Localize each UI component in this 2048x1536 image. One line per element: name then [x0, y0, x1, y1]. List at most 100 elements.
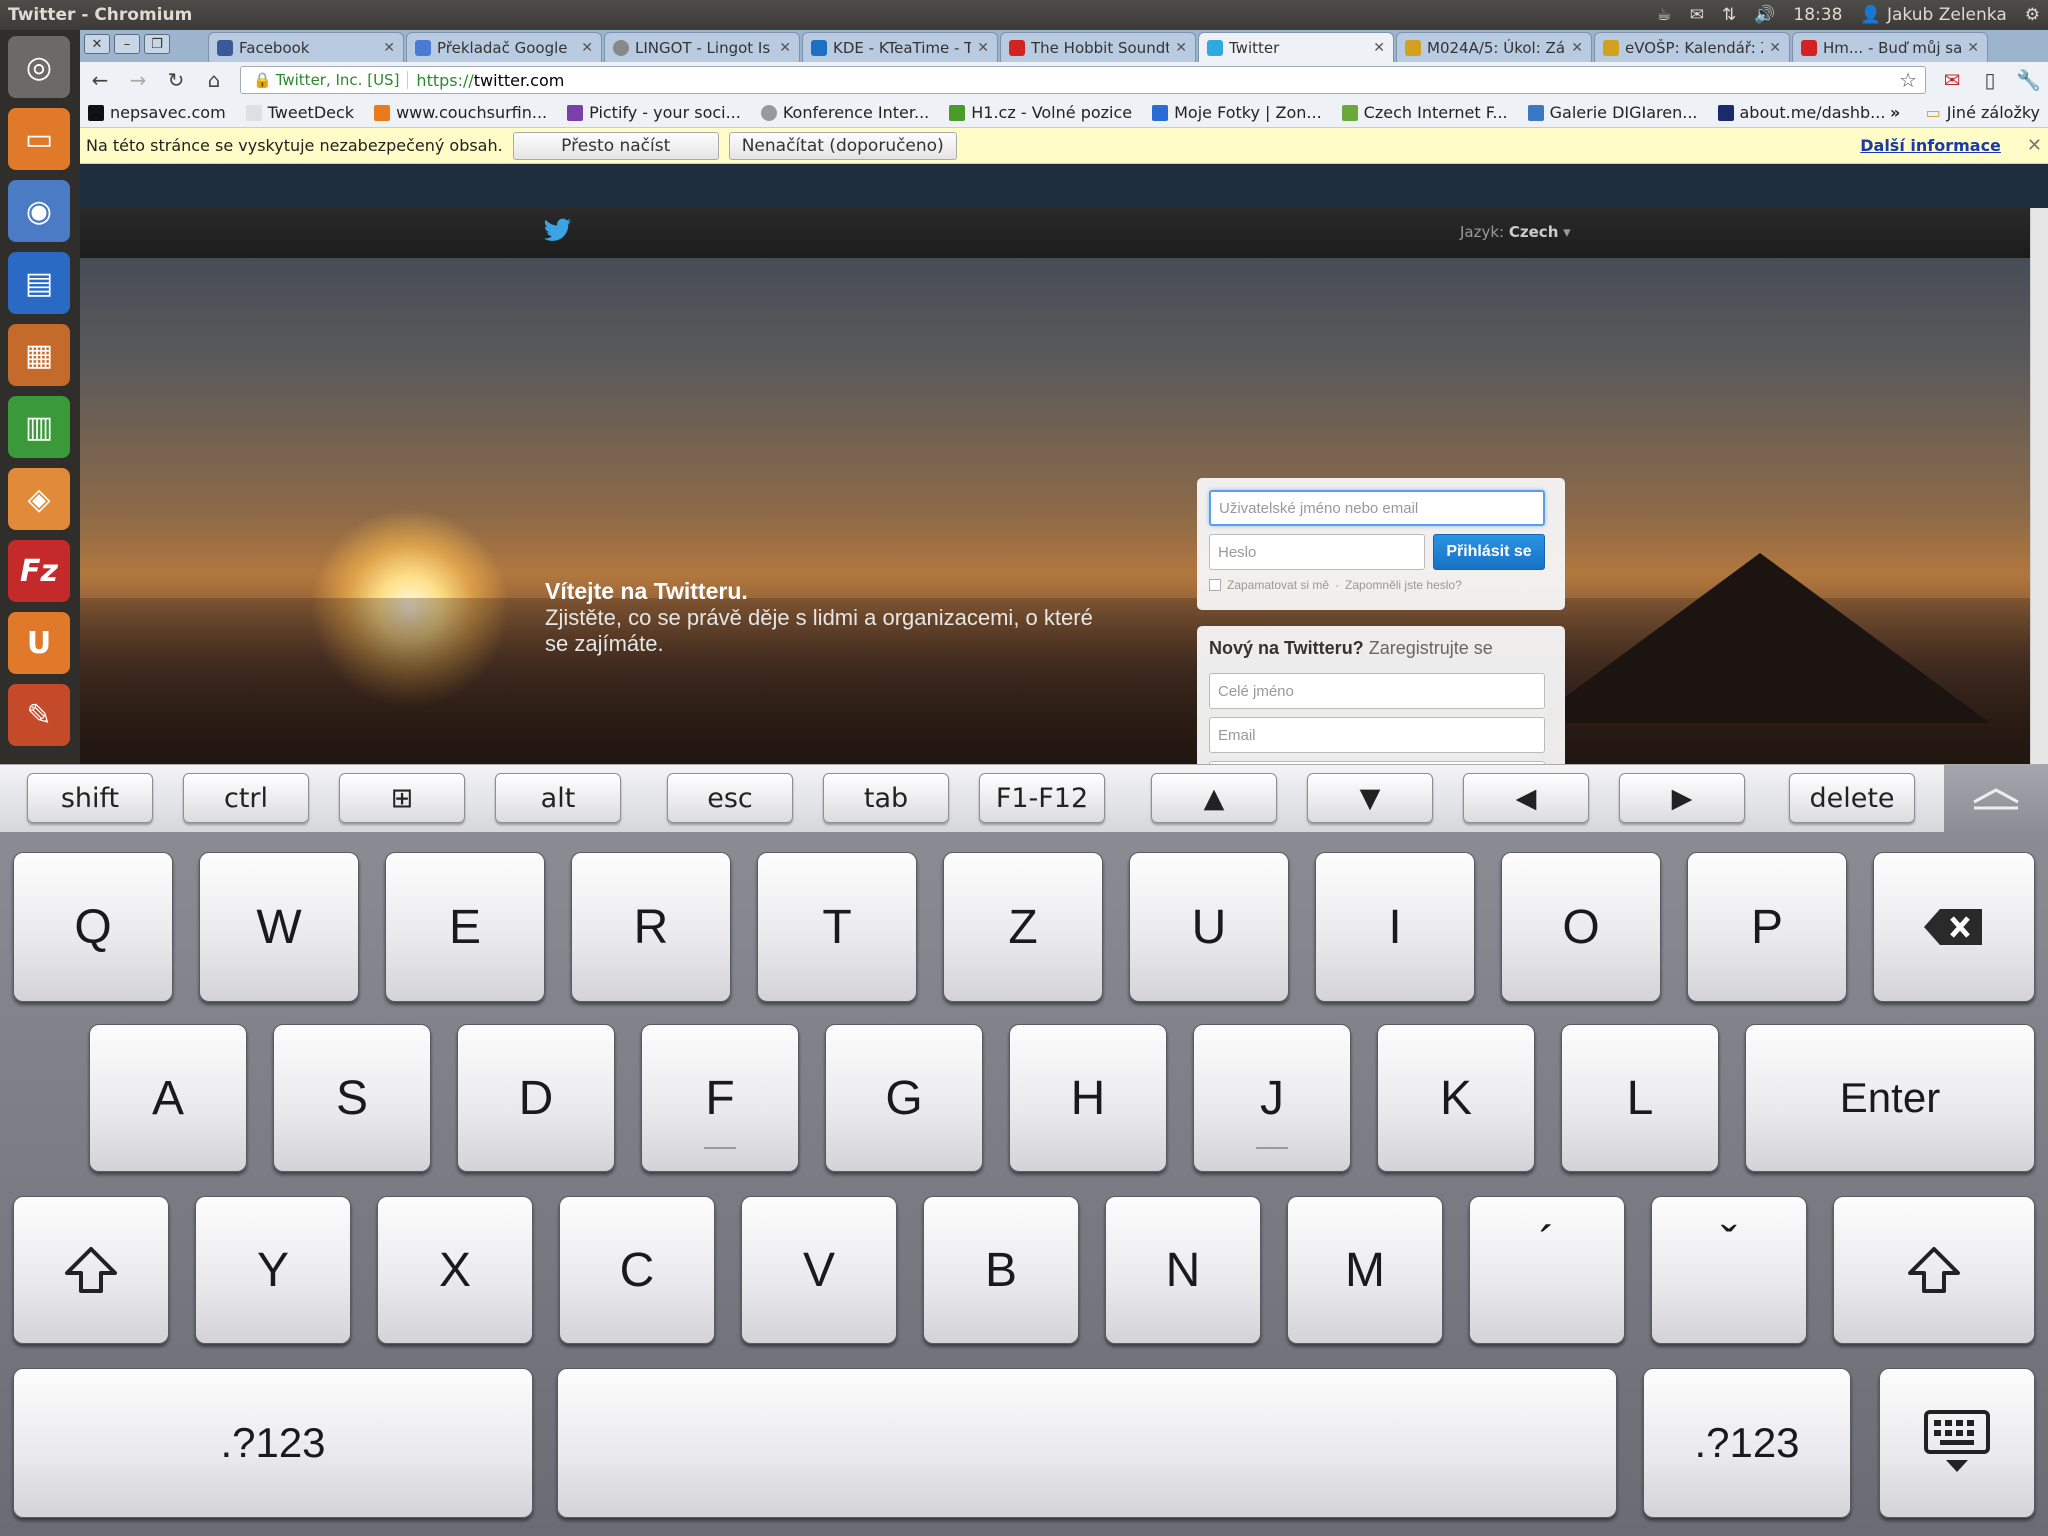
close-tab-icon[interactable]: ✕	[1373, 40, 1385, 56]
tab-lingot[interactable]: LINGOT - Lingot Is No✕	[604, 32, 800, 62]
star-icon[interactable]: ☆	[1899, 68, 1917, 92]
enter-key[interactable]: Enter	[1745, 1024, 2035, 1172]
backspace-key[interactable]	[1873, 852, 2035, 1002]
tab-google-translate[interactable]: Překladač Google ✕	[406, 32, 602, 62]
remember-me-checkbox[interactable]	[1209, 579, 1221, 591]
bookmark-galerie[interactable]: Galerie DIGIaren...	[1527, 103, 1698, 122]
tab-hobbit[interactable]: The Hobbit Soundtra✕	[1000, 32, 1196, 62]
tab-evosp[interactable]: eVOŠP: Kalendář: Zo✕	[1594, 32, 1790, 62]
bookmark-nepsavec[interactable]: nepsavec.com	[88, 103, 226, 122]
key-j[interactable]: J	[1193, 1024, 1351, 1172]
volume-icon[interactable]: 🔊	[1754, 5, 1775, 25]
gmail-extension-icon[interactable]: ✉	[1940, 68, 1964, 92]
ctrl-modifier-key[interactable]: ctrl	[183, 773, 309, 823]
numeric-mode-key-right[interactable]: .?123	[1643, 1368, 1851, 1518]
remember-me-label[interactable]: Zapamatovat si mě	[1227, 578, 1329, 592]
close-tab-icon[interactable]: ✕	[1175, 40, 1187, 56]
key-p[interactable]: P	[1687, 852, 1847, 1002]
tab-salam[interactable]: Hm... - Buď můj salám✕	[1792, 32, 1988, 62]
minimize-window-button[interactable]: –	[114, 34, 140, 54]
key-y[interactable]: Y	[195, 1196, 351, 1344]
numeric-mode-key-left[interactable]: .?123	[13, 1368, 533, 1518]
signup-link[interactable]: Zaregistrujte se	[1369, 638, 1493, 658]
forgot-password-link[interactable]: Zapomněli jste heslo?	[1345, 578, 1462, 592]
tab-key[interactable]: tab	[823, 773, 949, 823]
signup-email-input[interactable]: Email	[1209, 717, 1545, 753]
forward-arrow-icon[interactable]: →	[126, 68, 150, 92]
impress-launcher[interactable]: ▦	[8, 324, 70, 386]
shift-right-key[interactable]	[1833, 1196, 2035, 1344]
key-s[interactable]: S	[273, 1024, 431, 1172]
key-a[interactable]: A	[89, 1024, 247, 1172]
software-center-launcher[interactable]: ◈	[8, 468, 70, 530]
bookmark-h1[interactable]: H1.cz - Volné pozice	[949, 103, 1132, 122]
coffee-icon[interactable]: ☕	[1657, 5, 1672, 25]
more-info-link[interactable]: Další informace	[1860, 136, 2001, 155]
key-r[interactable]: R	[571, 852, 731, 1002]
key-q[interactable]: Q	[13, 852, 173, 1002]
back-arrow-icon[interactable]: ←	[88, 68, 112, 92]
function-keys-key[interactable]: F1-F12	[979, 773, 1105, 823]
arrow-right-key[interactable]: ▶	[1619, 773, 1745, 823]
close-tab-icon[interactable]: ✕	[383, 40, 395, 56]
bookmark-konference[interactable]: Konference Inter...	[760, 103, 929, 122]
key-o[interactable]: O	[1501, 852, 1661, 1002]
key-b[interactable]: B	[923, 1196, 1079, 1344]
tab-facebook[interactable]: Facebook ✕	[208, 32, 404, 62]
key-c[interactable]: C	[559, 1196, 715, 1344]
home-icon[interactable]: ⌂	[202, 68, 226, 92]
key-l[interactable]: L	[1561, 1024, 1719, 1172]
key-f[interactable]: F	[641, 1024, 799, 1172]
hide-keyboard-key[interactable]	[1879, 1368, 2035, 1518]
ev-certificate-badge[interactable]: 🔒 Twitter, Inc. [US]	[245, 71, 409, 89]
alt-modifier-key[interactable]: alt	[495, 773, 621, 823]
key-v[interactable]: V	[741, 1196, 897, 1344]
wrench-menu-icon[interactable]: 🔧	[2016, 68, 2041, 92]
full-name-input[interactable]: Celé jméno	[1209, 673, 1545, 709]
key-u[interactable]: U	[1129, 852, 1289, 1002]
close-tab-icon[interactable]: ✕	[1769, 40, 1781, 56]
bookmark-tweetdeck[interactable]: TweetDeck	[245, 103, 354, 122]
bookmark-about-me[interactable]: about.me/dashb...	[1717, 103, 1885, 122]
delete-key[interactable]: delete	[1789, 773, 1915, 823]
close-window-button[interactable]: ✕	[84, 34, 110, 54]
bookmark-moje-fotky[interactable]: Moje Fotky | Zon...	[1152, 103, 1322, 122]
windows-modifier-key[interactable]: ⊞	[339, 773, 465, 823]
more-bookmarks-chevron-icon[interactable]: »	[1890, 103, 1900, 122]
dont-load-button[interactable]: Nenačítat (doporučeno)	[728, 131, 957, 160]
close-tab-icon[interactable]: ✕	[779, 40, 791, 56]
other-bookmarks[interactable]: ▭ Jiné záložky	[1926, 103, 2040, 122]
gear-icon[interactable]: ⚙	[2025, 5, 2040, 25]
key-t[interactable]: T	[757, 852, 917, 1002]
dash-button[interactable]: ◎	[8, 36, 70, 98]
key-x[interactable]: X	[377, 1196, 533, 1344]
calc-launcher[interactable]: ▥	[8, 396, 70, 458]
key-n[interactable]: N	[1105, 1196, 1261, 1344]
ubuntu-one-launcher[interactable]: U	[8, 612, 70, 674]
twitter-bird-icon[interactable]	[542, 218, 572, 248]
key-h[interactable]: H	[1009, 1024, 1167, 1172]
key-k[interactable]: K	[1377, 1024, 1535, 1172]
key-i[interactable]: I	[1315, 852, 1475, 1002]
username-input[interactable]: Uživatelské jméno nebo email	[1209, 490, 1545, 526]
user-menu[interactable]: 👤 Jakub Zelenka	[1860, 5, 2006, 25]
space-key[interactable]	[557, 1368, 1617, 1518]
filezilla-launcher[interactable]: Fz	[8, 540, 70, 602]
mail-icon[interactable]: ✉	[1690, 5, 1704, 25]
shift-modifier-key[interactable]: shift	[27, 773, 153, 823]
close-tab-icon[interactable]: ✕	[581, 40, 593, 56]
load-anyway-button[interactable]: Přesto načíst	[512, 131, 719, 160]
reload-icon[interactable]: ↻	[164, 68, 188, 92]
key-caron[interactable]: ˇ	[1651, 1196, 1807, 1344]
shift-left-key[interactable]	[13, 1196, 169, 1344]
key-g[interactable]: G	[825, 1024, 983, 1172]
key-d[interactable]: D	[457, 1024, 615, 1172]
collapse-strip-button[interactable]	[1944, 765, 2048, 833]
close-tab-icon[interactable]: ✕	[977, 40, 989, 56]
close-infobar-icon[interactable]: ✕	[2027, 135, 2042, 156]
tab-m024a[interactable]: M024A/5: Úkol: Závě✕	[1396, 32, 1592, 62]
clock[interactable]: 18:38	[1793, 5, 1842, 25]
address-bar[interactable]: 🔒 Twitter, Inc. [US] https://twitter.com …	[240, 66, 1926, 94]
arrow-left-key[interactable]: ◀	[1463, 773, 1589, 823]
esc-key[interactable]: esc	[667, 773, 793, 823]
